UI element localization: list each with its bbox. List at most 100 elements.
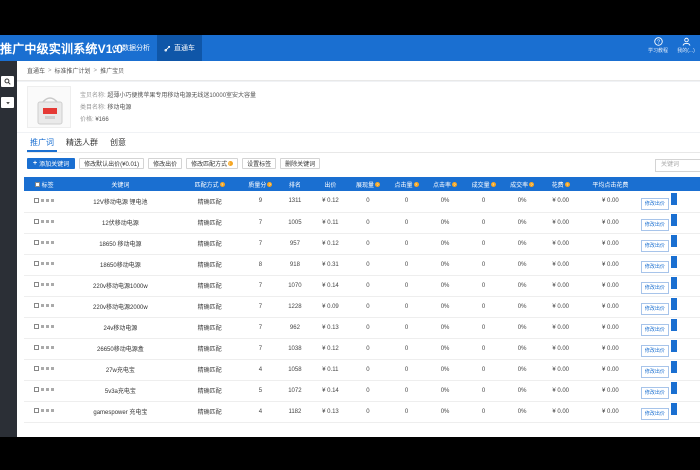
tag-dot[interactable]: [51, 241, 55, 245]
row-modify-bid-button[interactable]: 修改出价: [640, 323, 669, 336]
row-modify-bid-button[interactable]: 修改出价: [640, 197, 669, 210]
tag-dot[interactable]: [41, 409, 45, 413]
header-impressions[interactable]: 展现量?: [349, 177, 388, 191]
tag-dot[interactable]: [41, 220, 45, 224]
tag-dot[interactable]: [46, 283, 50, 287]
tag-dot[interactable]: [46, 388, 50, 392]
tag-dot[interactable]: [46, 241, 50, 245]
row-checkbox[interactable]: [34, 324, 40, 330]
row-modify-bid-button[interactable]: 修改出价: [640, 218, 669, 231]
tag-dot[interactable]: [46, 367, 50, 371]
tag-dot[interactable]: [51, 367, 55, 371]
tag-dot[interactable]: [51, 304, 55, 308]
header-keyword[interactable]: 关键词: [65, 177, 177, 191]
row-checkbox[interactable]: [34, 261, 40, 267]
row-modify-bid-button[interactable]: 修改出价: [640, 407, 669, 420]
row-more-button[interactable]: [670, 361, 677, 374]
sidebar-search-button[interactable]: [1, 76, 14, 87]
tag-dot[interactable]: [51, 346, 55, 350]
header-quality-score[interactable]: 质量分?: [243, 177, 278, 191]
tag-dot[interactable]: [46, 325, 50, 329]
select-all-checkbox[interactable]: [34, 182, 40, 188]
tag-dot[interactable]: [41, 346, 45, 350]
row-more-button[interactable]: [670, 277, 677, 290]
header-orders[interactable]: 成交量?: [464, 177, 503, 191]
tag-dot[interactable]: [46, 262, 50, 266]
header-ctr[interactable]: 点击率?: [426, 177, 465, 191]
set-tag-button[interactable]: 设置标签: [242, 158, 277, 169]
header-bid[interactable]: 出价: [312, 177, 349, 191]
tag-dot[interactable]: [46, 199, 50, 203]
row-modify-bid-button[interactable]: 修改出价: [640, 239, 669, 252]
tag-dot[interactable]: [41, 304, 45, 308]
tag-dot[interactable]: [41, 388, 45, 392]
row-modify-bid-button[interactable]: 修改出价: [640, 344, 669, 357]
row-checkbox[interactable]: [34, 303, 40, 309]
row-more-button[interactable]: [670, 340, 677, 353]
row-more-button[interactable]: [670, 382, 677, 395]
tag-dot[interactable]: [51, 220, 55, 224]
delete-keyword-button[interactable]: 删除关键词: [280, 158, 321, 169]
row-checkbox[interactable]: [34, 219, 40, 225]
row-checkbox[interactable]: [34, 282, 40, 288]
top-bar: 推广中级实训系统V1.0 数据分析 直通车 ? 学习教程 我的(...): [0, 35, 700, 61]
row-checkbox[interactable]: [34, 240, 40, 246]
row-more-button[interactable]: [670, 214, 677, 227]
row-more-button[interactable]: [670, 403, 677, 416]
tag-dot[interactable]: [51, 283, 55, 287]
row-modify-bid-button[interactable]: 修改出价: [640, 281, 669, 294]
modify-default-bid-button[interactable]: 修改默认出价(¥0.01): [79, 158, 145, 169]
tag-dot[interactable]: [51, 409, 55, 413]
tag-dot[interactable]: [41, 262, 45, 266]
tab-creative[interactable]: 创意: [107, 136, 129, 152]
tab-keywords[interactable]: 推广词: [27, 136, 57, 152]
modify-match-type-button[interactable]: 修改匹配方式 ?: [186, 158, 239, 169]
keyword-search-input[interactable]: 关键词: [655, 159, 700, 172]
breadcrumb-item-plan[interactable]: 标准推广计划: [55, 66, 91, 75]
row-more-button[interactable]: [670, 193, 677, 205]
tag-dot[interactable]: [51, 262, 55, 266]
help-tutorial-button[interactable]: ? 学习教程: [644, 37, 672, 54]
row-more-button[interactable]: [670, 235, 677, 248]
breadcrumb-item-express-train[interactable]: 直通车: [27, 66, 45, 75]
row-modify-bid-button[interactable]: 修改出价: [640, 302, 669, 315]
row-checkbox[interactable]: [34, 198, 40, 204]
user-menu-button[interactable]: 我的(...): [672, 37, 700, 54]
tag-dot[interactable]: [46, 409, 50, 413]
header-avg-cost[interactable]: 平均点击花费: [580, 177, 641, 191]
tag-dot[interactable]: [46, 346, 50, 350]
header-rank[interactable]: 排名: [278, 177, 313, 191]
tag-dot[interactable]: [41, 199, 45, 203]
tag-dot[interactable]: [41, 367, 45, 371]
row-more-button[interactable]: [670, 256, 677, 269]
row-checkbox[interactable]: [34, 345, 40, 351]
tag-dot[interactable]: [41, 283, 45, 287]
tag-dot[interactable]: [41, 241, 45, 245]
nav-item-data-analysis[interactable]: 数据分析: [105, 35, 157, 61]
row-more-button[interactable]: [670, 298, 677, 311]
tag-dot[interactable]: [46, 304, 50, 308]
tag-dot[interactable]: [51, 199, 55, 203]
tag-dot[interactable]: [51, 325, 55, 329]
sidebar-collapse-button[interactable]: [1, 97, 14, 108]
nav-item-express-train[interactable]: 直通车: [157, 35, 202, 61]
tag-dot[interactable]: [46, 220, 50, 224]
header-cvr[interactable]: 成交率?: [503, 177, 542, 191]
table-row: 26650移动电源盒 精确匹配 7 1038 ¥ 0.12 0 0 0% 0 0…: [24, 338, 700, 359]
header-match-type[interactable]: 匹配方式?: [176, 177, 243, 191]
header-clicks[interactable]: 点击量?: [387, 177, 426, 191]
header-cost[interactable]: 花费?: [541, 177, 580, 191]
row-modify-bid-button[interactable]: 修改出价: [640, 365, 669, 378]
row-more-button[interactable]: [670, 319, 677, 332]
row-checkbox[interactable]: [34, 366, 40, 372]
row-checkbox[interactable]: [34, 408, 40, 414]
row-modify-bid-button[interactable]: 修改出价: [640, 386, 669, 399]
row-modify-bid-button[interactable]: 修改出价: [640, 260, 669, 273]
row-checkbox[interactable]: [34, 387, 40, 393]
modify-bid-button[interactable]: 修改出价: [148, 158, 183, 169]
tab-audience[interactable]: 精选人群: [63, 136, 101, 152]
add-keyword-button[interactable]: + 添加关键词: [27, 158, 76, 169]
tag-dot[interactable]: [51, 388, 55, 392]
header-select-all[interactable]: 标签: [24, 177, 65, 191]
tag-dot[interactable]: [41, 325, 45, 329]
